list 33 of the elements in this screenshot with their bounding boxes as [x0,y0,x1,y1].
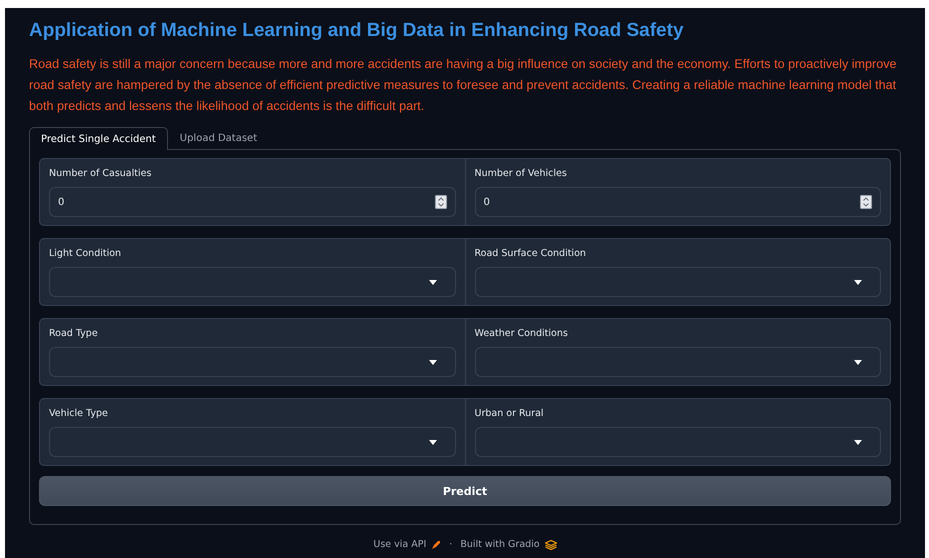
tab[interactable]: Upload Dataset [168,127,270,149]
field-label: Number of Vehicles [474,168,568,179]
dropdown-field[interactable] [49,347,456,377]
field-label: Vehicle Type [49,408,109,419]
description-text: Road safety is still a major concern because more and more accidents are having a big influence on society and the economy. Efforts to proactively improve road safety are hampered by the absence of efficient predictive measures to foresee and prevent accidents. Creating a reliable machine learning model that both predicts and lessens the likelihood of accidents is the difficult part. [29,56,898,115]
separator-dot: · [449,539,452,550]
field-label: Urban or Rural [474,408,545,419]
tab[interactable]: Predict Single Accident [29,127,168,150]
dropdown-field[interactable] [49,267,456,297]
number-field[interactable]: 0 [474,187,881,217]
spinner-icon [860,195,872,209]
spinner-icon [434,195,446,209]
dropdown-arrow-icon [428,360,436,364]
dropdown-arrow-icon [854,280,862,284]
dropdown-arrow-icon [428,280,436,284]
page-title: Application of Machine Learning and Big Data in Enhancing Road Safety [29,20,685,42]
field-label: Road Surface Condition [474,248,587,259]
predict-button[interactable]: Predict [39,476,891,506]
field-label: Light Condition [49,248,122,259]
field-label: Number of Casualties [49,168,152,179]
dropdown-arrow-icon [428,440,436,444]
api-link[interactable]: Use via API [373,539,426,550]
dropdown-field[interactable] [474,347,881,377]
number-field[interactable]: 0 [49,187,456,217]
field-label: Weather Conditions [474,328,569,339]
dropdown-arrow-icon [854,360,862,364]
gradio-link[interactable]: Built with Gradio [460,539,540,550]
dropdown-field[interactable] [474,427,881,457]
layers-icon [544,540,557,550]
dropdown-field[interactable] [474,267,881,297]
dropdown-field[interactable] [49,427,456,457]
dropdown-arrow-icon [854,440,862,444]
field-label: Road Type [49,328,99,339]
